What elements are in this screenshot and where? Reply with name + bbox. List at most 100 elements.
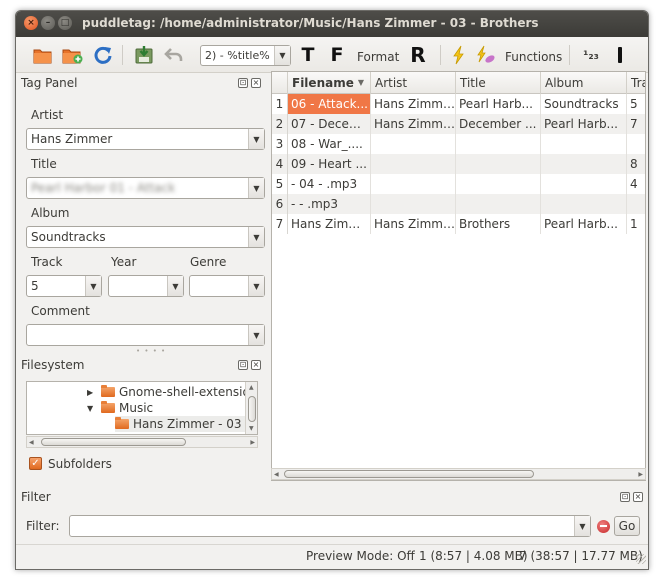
column-header-album[interactable]: Album [541, 72, 627, 94]
table-horizontal-scrollbar[interactable]: ◀ ▶ [271, 468, 646, 480]
comment-combo[interactable]: ▼ [26, 324, 265, 346]
scrollbar-thumb[interactable] [284, 470, 534, 478]
scroll-left-icon[interactable]: ◀ [29, 439, 34, 446]
maximize-window-button[interactable]: □ [58, 16, 72, 30]
tree-item-music[interactable]: ▼ Music [87, 400, 153, 416]
table-row[interactable]: 1 06 - Attack... Hans Zimmer Pearl Harb.… [272, 94, 645, 114]
cell-artist[interactable]: Hans Zimmer [371, 214, 456, 234]
table-row[interactable]: 2 07 - Decem... Hans Zimmer December ...… [272, 114, 645, 134]
cell-track[interactable]: 7 [627, 114, 645, 134]
cell-filename[interactable]: 07 - Decem... [288, 114, 371, 134]
cell-filename[interactable]: Hans Zimm... [288, 214, 371, 234]
artist-combo[interactable]: Hans Zimmer ▼ [26, 128, 265, 150]
table-row[interactable]: 3 08 - War_.... [272, 134, 645, 154]
open-folder-button[interactable] [32, 43, 54, 67]
tag-to-file-button[interactable]: T [297, 43, 319, 67]
title-combo[interactable]: Pearl Harbor 01 - Attack ▼ [26, 177, 265, 199]
cell-artist[interactable] [371, 174, 456, 194]
chevron-down-icon[interactable]: ▼ [574, 516, 590, 536]
cell-track[interactable] [627, 134, 645, 154]
float-panel-icon[interactable]: ⊡ [238, 78, 248, 88]
clear-filter-icon[interactable] [597, 520, 610, 533]
save-button[interactable] [133, 43, 155, 67]
table-row[interactable]: 7 Hans Zimm... Hans Zimmer Brothers Pear… [272, 214, 645, 234]
cell-title[interactable] [456, 194, 541, 214]
table-row[interactable]: 4 09 - Heart ... 8 [272, 154, 645, 174]
cell-track[interactable]: 4 [627, 174, 645, 194]
cell-album[interactable]: Pearl Harb... [541, 214, 627, 234]
tree-horizontal-scrollbar[interactable]: ◀ ▶ [26, 436, 258, 448]
cell-album[interactable]: Soundtracks [541, 94, 627, 114]
close-panel-icon[interactable]: × [251, 360, 261, 370]
cell-album[interactable] [541, 194, 627, 214]
cell-artist[interactable] [371, 194, 456, 214]
float-panel-icon[interactable]: ⊡ [620, 492, 630, 502]
resize-grip-icon[interactable] [636, 554, 646, 564]
scroll-right-icon[interactable]: ▶ [250, 439, 255, 446]
column-header-track[interactable]: Tra [627, 72, 645, 94]
cell-filename[interactable]: - 04 - .mp3 [288, 174, 371, 194]
cell-filename[interactable]: - - .mp3 [288, 194, 371, 214]
format-button[interactable]: Format [357, 50, 399, 64]
quick-action-button[interactable] [448, 43, 470, 67]
close-panel-icon[interactable]: × [633, 492, 643, 502]
filter-input[interactable]: ▼ [69, 515, 591, 537]
genre-combo[interactable]: ▼ [189, 275, 265, 297]
close-window-button[interactable]: × [24, 16, 38, 30]
column-header-filename[interactable]: Filename ▼ [288, 72, 371, 94]
cell-title[interactable] [456, 154, 541, 174]
refresh-button[interactable] [92, 43, 114, 67]
cell-track[interactable] [627, 194, 645, 214]
expand-triangle-icon[interactable]: ▶ [87, 388, 95, 397]
file-to-tag-button[interactable]: F [326, 43, 348, 67]
cell-track[interactable]: 8 [627, 154, 645, 174]
cell-artist[interactable]: Hans Zimmer [371, 94, 456, 114]
cell-album[interactable] [541, 174, 627, 194]
scroll-up-icon[interactable]: ▲ [249, 384, 254, 391]
tree-item-hans-zimmer[interactable]: Hans Zimmer - 03 - E [115, 416, 257, 432]
cell-title[interactable]: Pearl Harb... [456, 94, 541, 114]
float-panel-icon[interactable]: ⊡ [238, 360, 248, 370]
cell-title[interactable]: Brothers [456, 214, 541, 234]
cell-filename[interactable]: 06 - Attack... [288, 94, 371, 114]
table-row[interactable]: 5 - 04 - .mp3 4 [272, 174, 645, 194]
cell-artist[interactable] [371, 134, 456, 154]
format-pattern-combo[interactable]: 2) - %title% ▼ [200, 45, 291, 66]
tree-item-gnome-shell[interactable]: ▶ Gnome-shell-extension [87, 384, 257, 400]
minimize-window-button[interactable]: – [41, 16, 55, 30]
scrollbar-thumb[interactable] [41, 438, 186, 446]
table-row[interactable]: 6 - - .mp3 [272, 194, 645, 214]
column-header-artist[interactable]: Artist [371, 72, 456, 94]
filesystem-tree[interactable]: ▶ Gnome-shell-extension ▼ Music Hans Zim… [26, 381, 258, 435]
cell-artist[interactable] [371, 154, 456, 174]
add-folder-button[interactable] [62, 43, 84, 67]
subfolders-checkbox[interactable]: ✓ [29, 457, 42, 470]
cell-title[interactable] [456, 134, 541, 154]
tree-vertical-scrollbar[interactable]: ▲ ▼ [245, 382, 257, 434]
cell-album[interactable]: Pearl Harb... [541, 114, 627, 134]
scroll-left-icon[interactable]: ◀ [274, 471, 279, 478]
cell-title[interactable]: December ... [456, 114, 541, 134]
autonumber-button[interactable]: ¹₂₃ [578, 43, 604, 67]
scroll-right-icon[interactable]: ▶ [638, 471, 643, 478]
cell-track[interactable]: 5 [627, 94, 645, 114]
year-combo[interactable]: ▼ [108, 275, 184, 297]
go-button[interactable]: Go [614, 516, 640, 536]
cell-album[interactable] [541, 154, 627, 174]
cell-track[interactable]: 1 [627, 214, 645, 234]
replace-button[interactable]: R [407, 43, 429, 67]
cell-filename[interactable]: 09 - Heart ... [288, 154, 371, 174]
file-table[interactable]: Filename ▼ Artist Title Album Tra 1 06 -… [271, 71, 646, 481]
cell-artist[interactable]: Hans Zimmer [371, 114, 456, 134]
track-combo[interactable]: 5 ▼ [26, 275, 102, 297]
column-header-title[interactable]: Title [456, 72, 541, 94]
undo-button[interactable] [163, 43, 185, 67]
functions-button[interactable]: Functions [505, 50, 562, 64]
scroll-down-icon[interactable]: ▼ [249, 425, 254, 432]
functions-icon-button[interactable] [475, 43, 497, 67]
cell-album[interactable] [541, 134, 627, 154]
close-panel-icon[interactable]: × [251, 78, 261, 88]
collapse-triangle-icon[interactable]: ▼ [87, 404, 95, 413]
album-combo[interactable]: Soundtracks ▼ [26, 226, 265, 248]
cell-title[interactable] [456, 174, 541, 194]
